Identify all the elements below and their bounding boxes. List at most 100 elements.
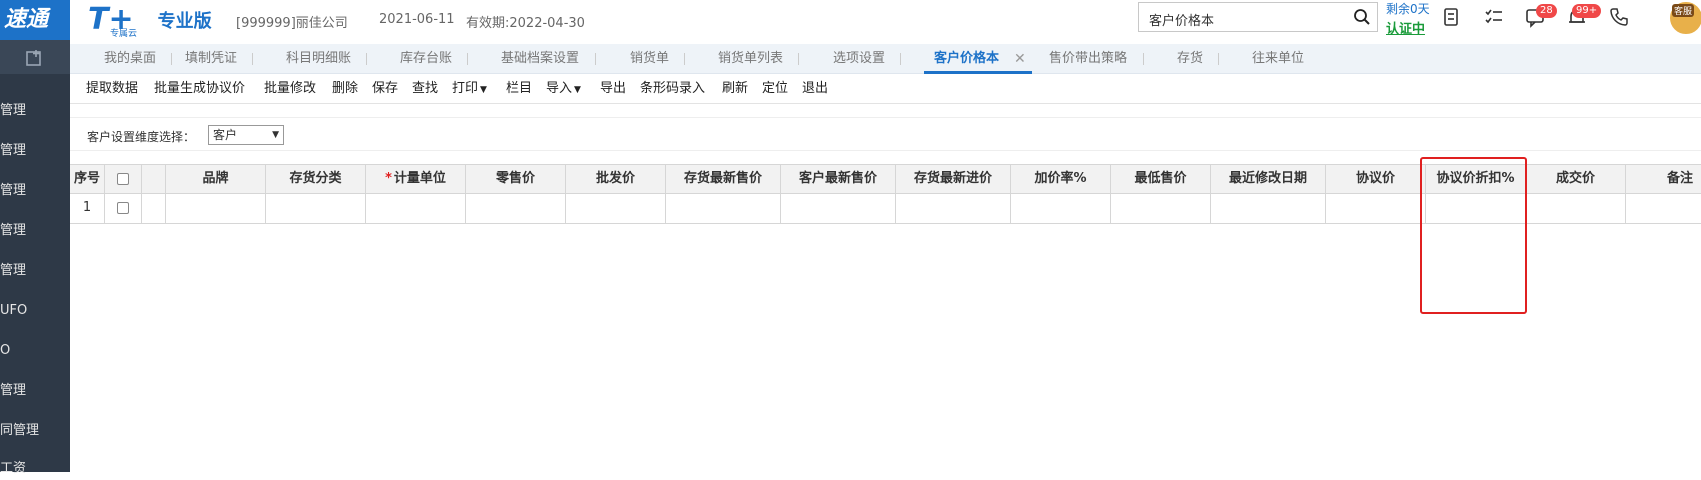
tab-price-strategy[interactable]: 售价带出策略 [1049, 44, 1127, 74]
batch-edit-button[interactable]: 批量修改 [264, 74, 316, 104]
filter-row: 客户设置维度选择： 客户 ▼ [70, 117, 1701, 151]
tab-inventory-ledger[interactable]: 库存台账 [400, 44, 452, 74]
refresh-button[interactable]: 刷新 [722, 74, 748, 104]
col-select-all[interactable] [105, 165, 142, 193]
tab-voucher[interactable]: 填制凭证 [185, 44, 237, 74]
col-last-modified[interactable]: 最近修改日期 [1211, 165, 1326, 193]
select-all-checkbox[interactable] [117, 172, 129, 185]
fetch-data-button[interactable]: 提取数据 [86, 74, 138, 104]
col-remark[interactable]: 备注 [1626, 165, 1701, 193]
sidebar-item[interactable]: 工资 [0, 458, 70, 480]
locate-button[interactable]: 定位 [762, 74, 788, 104]
brand-sub: 专属云 [110, 29, 138, 39]
remaining-days: 剩余0天 [1386, 2, 1430, 16]
row-cell-category[interactable] [266, 194, 366, 223]
search-box[interactable]: 客户价格本 [1138, 2, 1378, 32]
calculator-icon[interactable] [1440, 6, 1462, 28]
row-cell-min-price[interactable] [1111, 194, 1211, 223]
sidebar-item[interactable]: 管理 [0, 140, 70, 162]
print-button[interactable]: 打印 ▼ [452, 74, 487, 104]
sidebar-item[interactable]: 管理 [0, 260, 70, 282]
row-cell-markup[interactable] [1011, 194, 1111, 223]
tab-close-icon[interactable]: ✕ [1014, 44, 1026, 74]
sidebar-item[interactable]: UFO [0, 300, 70, 322]
col-unit[interactable]: * 计量单位 [366, 165, 466, 193]
col-retail-price[interactable]: 零售价 [466, 165, 566, 193]
row-cell-latest-purchase[interactable] [896, 194, 1011, 223]
row-checkbox[interactable] [117, 201, 129, 214]
tab-inventory[interactable]: 存货 [1177, 44, 1203, 74]
export-button[interactable]: 导出 [600, 74, 626, 104]
col-seq: 序号 [70, 165, 105, 193]
current-date: 2021-06-11 [379, 12, 455, 27]
barcode-entry-button[interactable]: 条形码录入 [640, 74, 705, 104]
row-cell-customer-latest[interactable] [781, 194, 896, 223]
sidebar-item[interactable]: 管理 [0, 380, 70, 402]
tab-separator [366, 53, 367, 65]
search-icon[interactable] [1353, 8, 1371, 26]
dimension-select-value: 客户 [213, 128, 238, 142]
phone-icon[interactable] [1608, 6, 1630, 28]
checklist-icon[interactable] [1483, 6, 1505, 28]
sidebar-collapse-button[interactable] [0, 40, 70, 74]
tab-ledger-detail[interactable]: 科目明细账 [286, 44, 351, 74]
row-cell-deal-price[interactable] [1526, 194, 1626, 223]
chevron-down-icon: ▼ [480, 85, 487, 95]
import-label: 导入 [546, 81, 573, 96]
col-customer-latest-price[interactable]: 客户最新售价 [781, 165, 896, 193]
tab-partners[interactable]: 往来单位 [1252, 44, 1304, 74]
row-cell-agreement-price[interactable] [1326, 194, 1426, 223]
search-input[interactable]: 客户价格本 [1149, 10, 1214, 29]
logo-text: 速通 [4, 7, 49, 32]
col-markup-rate[interactable]: 加价率% [1011, 165, 1111, 193]
save-button[interactable]: 保存 [372, 74, 398, 104]
col-latest-sale-price[interactable]: 存货最新售价 [666, 165, 781, 193]
find-button[interactable]: 查找 [412, 74, 438, 104]
tab-customer-price-book[interactable]: 客户价格本 [934, 44, 999, 74]
columns-button[interactable]: 栏目 [506, 74, 532, 104]
tab-sales-order-list[interactable]: 销货单列表 [718, 44, 783, 74]
top-header: 速通 T+ 专属云 专业版 [999999]丽佳公司 2021-06-11 有效… [0, 0, 1701, 40]
tab-basic-archive[interactable]: 基础档案设置 [501, 44, 579, 74]
tab-separator [171, 53, 172, 65]
row-select[interactable] [105, 194, 142, 223]
row-cell-brand[interactable] [166, 194, 266, 223]
dimension-select[interactable]: 客户 ▼ [208, 125, 284, 145]
col-agreement-price[interactable]: 协议价 [1326, 165, 1426, 193]
sidebar-item[interactable]: O [0, 340, 70, 362]
print-label: 打印 [452, 81, 479, 96]
row-cell-remark[interactable] [1626, 194, 1701, 223]
notification-button[interactable]: 99+ [1566, 4, 1602, 28]
row-cell-latest-sale[interactable] [666, 194, 781, 223]
row-cell-wholesale[interactable] [566, 194, 666, 223]
row-cell-unit[interactable] [366, 194, 466, 223]
sidebar-item[interactable]: 同管理 [0, 420, 70, 442]
message-badge: 28 [1536, 4, 1557, 18]
tab-desktop[interactable]: 我的桌面 [104, 44, 156, 74]
company-name: [999999]丽佳公司 [236, 16, 348, 31]
col-wholesale-price[interactable]: 批发价 [566, 165, 666, 193]
col-deal-price[interactable]: 成交价 [1526, 165, 1626, 193]
required-mark: * [385, 171, 392, 186]
message-button[interactable]: 28 [1524, 4, 1557, 28]
batch-generate-price-button[interactable]: 批量生成协议价 [154, 74, 245, 104]
tab-separator [1218, 53, 1219, 65]
chevron-down-icon: ▼ [574, 85, 581, 95]
row-cell-retail[interactable] [466, 194, 566, 223]
exit-button[interactable]: 退出 [802, 74, 828, 104]
expiry-date: 有效期:2022-04-30 [466, 16, 585, 31]
col-brand[interactable]: 品牌 [166, 165, 266, 193]
col-unit-label: 计量单位 [393, 171, 446, 186]
sidebar-item[interactable]: 管理 [0, 220, 70, 242]
col-min-price[interactable]: 最低售价 [1111, 165, 1211, 193]
certification-link[interactable]: 认证中 [1386, 18, 1425, 37]
delete-button[interactable]: 删除 [332, 74, 358, 104]
row-cell-last-modified[interactable] [1211, 194, 1326, 223]
col-latest-purchase-price[interactable]: 存货最新进价 [896, 165, 1011, 193]
sidebar-item[interactable]: 管理 [0, 180, 70, 202]
sidebar-item[interactable]: 管理 [0, 100, 70, 122]
col-category[interactable]: 存货分类 [266, 165, 366, 193]
tab-sales-order[interactable]: 销货单 [630, 44, 669, 74]
tab-options[interactable]: 选项设置 [833, 44, 885, 74]
import-button[interactable]: 导入 ▼ [546, 74, 581, 104]
